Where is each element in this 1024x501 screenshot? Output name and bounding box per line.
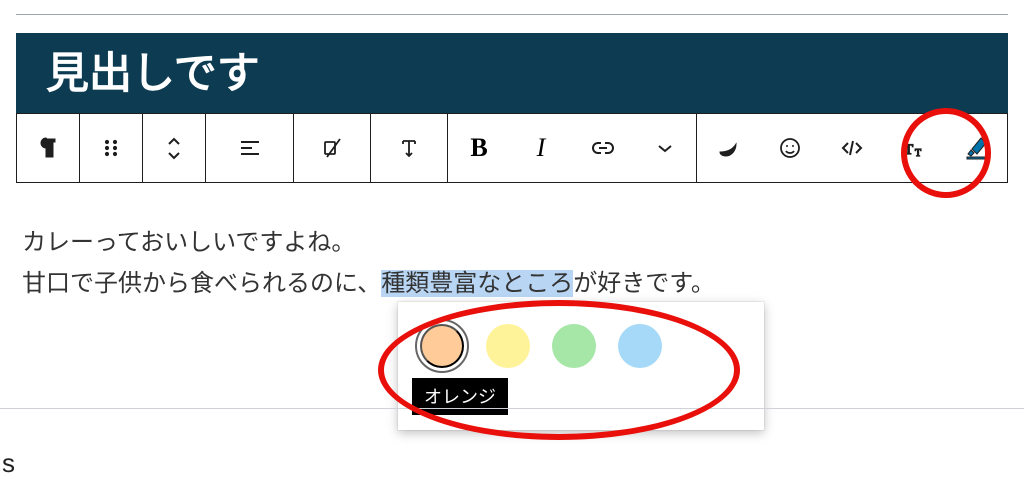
- selected-text: 種類豊富なところ: [381, 270, 573, 297]
- content-text: が好きです。: [573, 270, 715, 297]
- column-icon: [397, 136, 421, 160]
- image-slash-icon: [320, 136, 344, 160]
- italic-icon: I: [537, 133, 546, 163]
- drag-icon: [99, 136, 123, 160]
- link-button[interactable]: [572, 114, 634, 182]
- bold-button[interactable]: B: [448, 114, 510, 182]
- block-toolbar: B I: [16, 113, 1008, 183]
- emoji-button[interactable]: [759, 114, 821, 182]
- stray-text: s: [2, 448, 15, 479]
- swoosh-icon: [716, 136, 740, 160]
- paragraph-block[interactable]: カレーっておいしいですよね。 甘口で子供から食べられるのに、種類豊富なところが好…: [22, 223, 1002, 305]
- align-button[interactable]: [219, 114, 281, 182]
- content-text: 甘口で子供から食べられるのに、: [22, 270, 381, 297]
- spacer-button[interactable]: [378, 114, 440, 182]
- paragraph-icon: [36, 136, 60, 160]
- annotation-circle-toolbar: [901, 108, 991, 198]
- divider-top: [16, 14, 1008, 15]
- smile-icon: [778, 136, 802, 160]
- annotation-circle-popover: [378, 300, 740, 440]
- more-inline-button[interactable]: [634, 114, 696, 182]
- swish-button[interactable]: [697, 114, 759, 182]
- bold-icon: B: [470, 135, 487, 161]
- block-heading[interactable]: 見出しです: [16, 33, 1008, 113]
- italic-button[interactable]: I: [510, 114, 572, 182]
- code-button[interactable]: [821, 114, 883, 182]
- block-type-button[interactable]: [17, 114, 79, 182]
- image-toggle-button[interactable]: [301, 114, 363, 182]
- align-left-icon: [238, 136, 262, 160]
- link-icon: [591, 136, 615, 160]
- content-text: カレーっておいしいですよね。: [22, 229, 355, 256]
- code-icon: [840, 136, 864, 160]
- up-down-icon: [167, 136, 181, 160]
- move-button[interactable]: [143, 114, 205, 182]
- chevron-down-icon: [653, 136, 677, 160]
- drag-handle-button[interactable]: [80, 114, 142, 182]
